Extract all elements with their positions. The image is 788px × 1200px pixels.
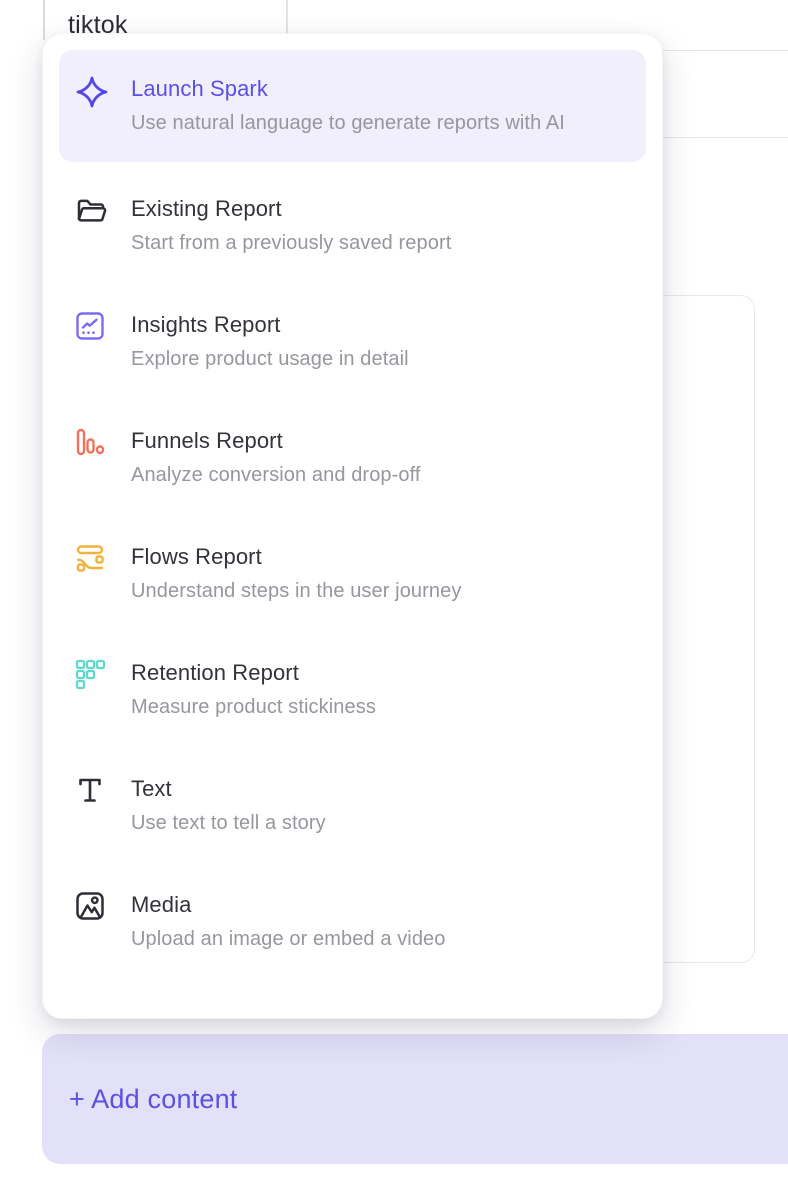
menu-item-description: Start from a previously saved report [131,228,623,258]
menu-item-launch-spark[interactable]: Launch Spark Use natural language to gen… [59,50,646,162]
menu-item-description: Use natural language to generate reports… [131,108,623,138]
add-content-menu: Launch Spark Use natural language to gen… [42,33,663,1019]
insights-chart-icon [75,310,109,344]
menu-item-retention-report[interactable]: Retention Report Measure product stickin… [59,632,646,748]
flows-path-icon [75,542,109,576]
menu-item-funnels-report[interactable]: Funnels Report Analyze conversion and dr… [59,400,646,516]
menu-item-title: Existing Report [131,194,630,224]
menu-item-title: Launch Spark [131,74,630,104]
table-column-divider [43,0,45,40]
menu-item-title: Text [131,774,630,804]
menu-item-title: Insights Report [131,310,630,340]
menu-item-title: Retention Report [131,658,630,688]
menu-item-title: Flows Report [131,542,630,572]
menu-item-description: Explore product usage in detail [131,344,623,374]
menu-item-description: Understand steps in the user journey [131,576,623,606]
menu-item-title: Media [131,890,630,920]
menu-item-description: Measure product stickiness [131,692,623,722]
table-row-divider [650,137,788,138]
spark-icon [75,74,109,108]
retention-grid-icon [75,658,109,692]
menu-item-description: Use text to tell a story [131,808,623,838]
menu-item-insights-report[interactable]: Insights Report Explore product usage in… [59,284,646,400]
menu-item-text[interactable]: Text Use text to tell a story [59,748,646,864]
menu-item-flows-report[interactable]: Flows Report Understand steps in the use… [59,516,646,632]
menu-item-title: Funnels Report [131,426,630,456]
add-content-label: + Add content [69,1084,238,1115]
menu-item-description: Upload an image or embed a video [131,924,623,954]
text-serif-icon [75,774,109,808]
media-image-icon [75,890,109,924]
add-content-button[interactable]: + Add content [42,1034,788,1164]
menu-item-description: Analyze conversion and drop-off [131,460,623,490]
menu-item-existing-report[interactable]: Existing Report Start from a previously … [59,168,646,284]
table-row-divider [650,50,788,51]
funnel-bars-icon [75,426,109,460]
menu-item-media[interactable]: Media Upload an image or embed a video [59,864,646,980]
open-folder-icon [75,194,109,228]
